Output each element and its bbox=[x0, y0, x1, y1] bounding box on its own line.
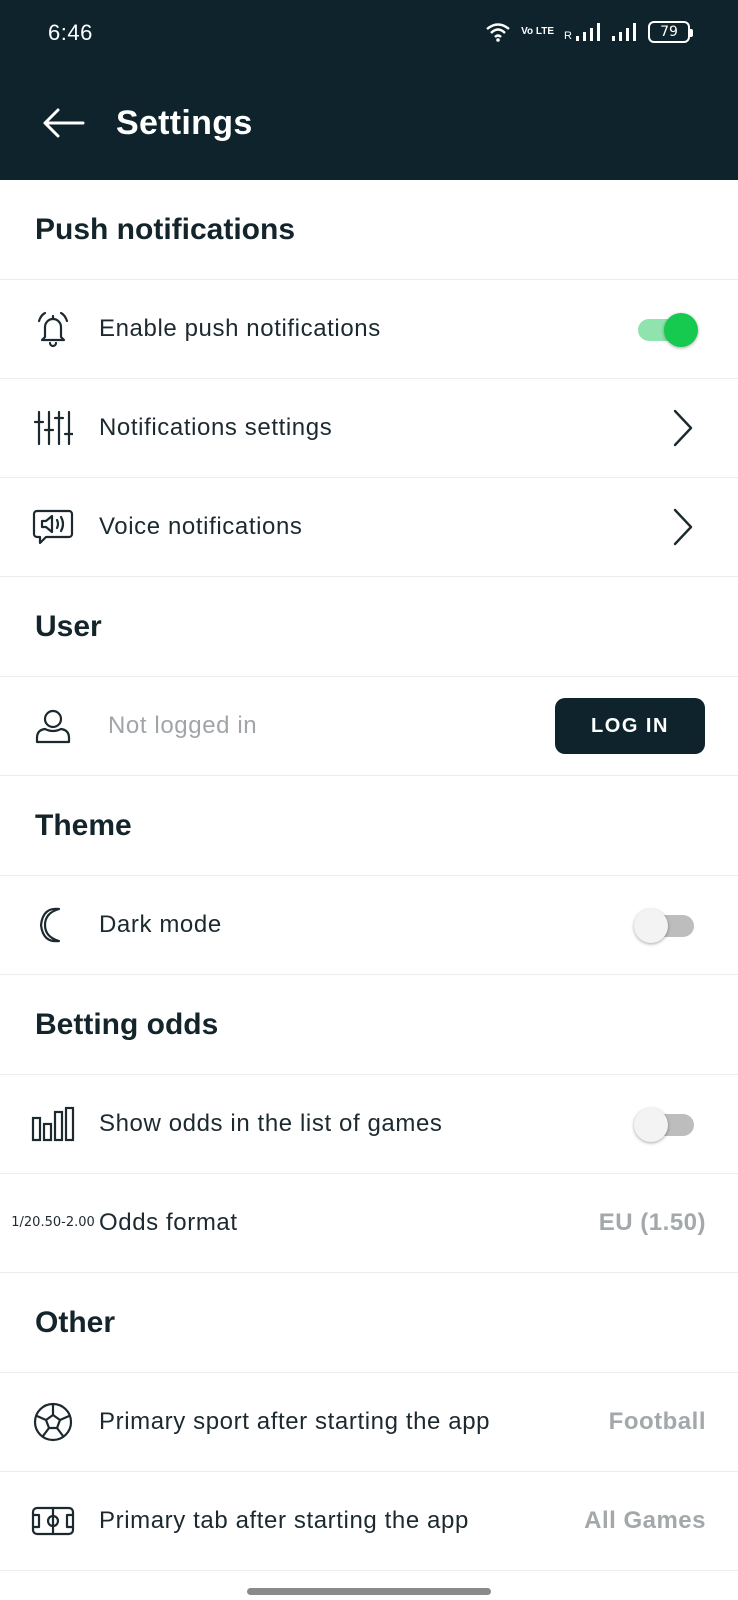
volte-icon: Vo LTE bbox=[521, 26, 555, 37]
pitch-icon bbox=[30, 1498, 76, 1544]
settings-list: Push notifications Enable push notificat… bbox=[0, 180, 738, 1571]
status-icons: Vo LTE R 79 bbox=[485, 20, 693, 44]
primary-sport-value: Football bbox=[608, 1408, 706, 1435]
show-odds-row[interactable]: Show odds in the list of games bbox=[0, 1075, 738, 1174]
toggle-knob bbox=[634, 1108, 668, 1142]
signal-icon: R bbox=[564, 22, 602, 42]
odds-bars-icon bbox=[30, 1101, 76, 1147]
sliders-icon bbox=[30, 405, 76, 451]
voice-notifications-row[interactable]: Voice notifications bbox=[0, 478, 738, 577]
battery-icon: 79 bbox=[648, 21, 693, 43]
section-header-push: Push notifications bbox=[0, 180, 738, 280]
moon-icon bbox=[30, 902, 76, 948]
wifi-icon bbox=[485, 22, 511, 42]
user-row: Not logged in LOG IN bbox=[0, 677, 738, 776]
section-header-theme: Theme bbox=[0, 776, 738, 876]
odds-icon-line: -2.00 bbox=[61, 1215, 95, 1230]
toggle-knob bbox=[634, 909, 668, 943]
chevron-right-icon bbox=[668, 507, 698, 547]
user-icon bbox=[30, 703, 76, 749]
speaker-message-icon bbox=[30, 504, 76, 550]
status-bar: 6:46 Vo LTE R 79 bbox=[0, 0, 738, 68]
login-button[interactable]: LOG IN bbox=[555, 698, 705, 754]
odds-format-label: Odds format bbox=[99, 1209, 238, 1236]
notifications-settings-label: Notifications settings bbox=[99, 414, 333, 441]
enable-push-row[interactable]: Enable push notifications bbox=[0, 280, 738, 379]
primary-sport-label: Primary sport after starting the app bbox=[99, 1408, 491, 1435]
odds-format-value: EU (1.50) bbox=[598, 1209, 706, 1236]
dark-mode-toggle[interactable] bbox=[634, 909, 694, 943]
roaming-indicator: R bbox=[564, 30, 572, 42]
arrow-left-icon bbox=[41, 107, 85, 144]
alarm-bell-icon bbox=[30, 306, 76, 352]
enable-push-label: Enable push notifications bbox=[99, 315, 381, 342]
login-status: Not logged in bbox=[108, 712, 258, 739]
voice-notifications-label: Voice notifications bbox=[99, 513, 303, 540]
chevron-right-icon bbox=[668, 408, 698, 448]
primary-tab-label: Primary tab after starting the app bbox=[99, 1507, 469, 1534]
notifications-settings-row[interactable]: Notifications settings bbox=[0, 379, 738, 478]
odds-format-icon: 1/2 0.50 -2.00 bbox=[11, 1200, 95, 1246]
primary-tab-row[interactable]: Primary tab after starting the app All G… bbox=[0, 1472, 738, 1571]
odds-icon-line: 0.50 bbox=[32, 1215, 62, 1230]
dark-mode-label: Dark mode bbox=[99, 911, 222, 938]
enable-push-toggle[interactable] bbox=[638, 313, 698, 347]
back-button[interactable] bbox=[38, 100, 88, 150]
soccer-ball-icon bbox=[30, 1399, 76, 1445]
show-odds-toggle[interactable] bbox=[634, 1108, 694, 1142]
dark-mode-row[interactable]: Dark mode bbox=[0, 876, 738, 975]
odds-icon-line: 1/2 bbox=[11, 1215, 33, 1230]
odds-format-row[interactable]: 1/2 0.50 -2.00 Odds format EU (1.50) bbox=[0, 1174, 738, 1273]
app-bar: Settings bbox=[0, 68, 738, 180]
home-indicator[interactable] bbox=[247, 1588, 491, 1595]
show-odds-label: Show odds in the list of games bbox=[99, 1110, 443, 1137]
section-header-user: User bbox=[0, 577, 738, 677]
signal-icon-2 bbox=[612, 22, 638, 42]
section-header-other: Other bbox=[0, 1273, 738, 1373]
primary-tab-value: All Games bbox=[584, 1507, 706, 1534]
toggle-knob bbox=[664, 313, 698, 347]
status-time: 6:46 bbox=[48, 20, 93, 45]
primary-sport-row[interactable]: Primary sport after starting the app Foo… bbox=[0, 1373, 738, 1472]
page-title: Settings bbox=[116, 104, 253, 142]
section-header-odds: Betting odds bbox=[0, 975, 738, 1075]
